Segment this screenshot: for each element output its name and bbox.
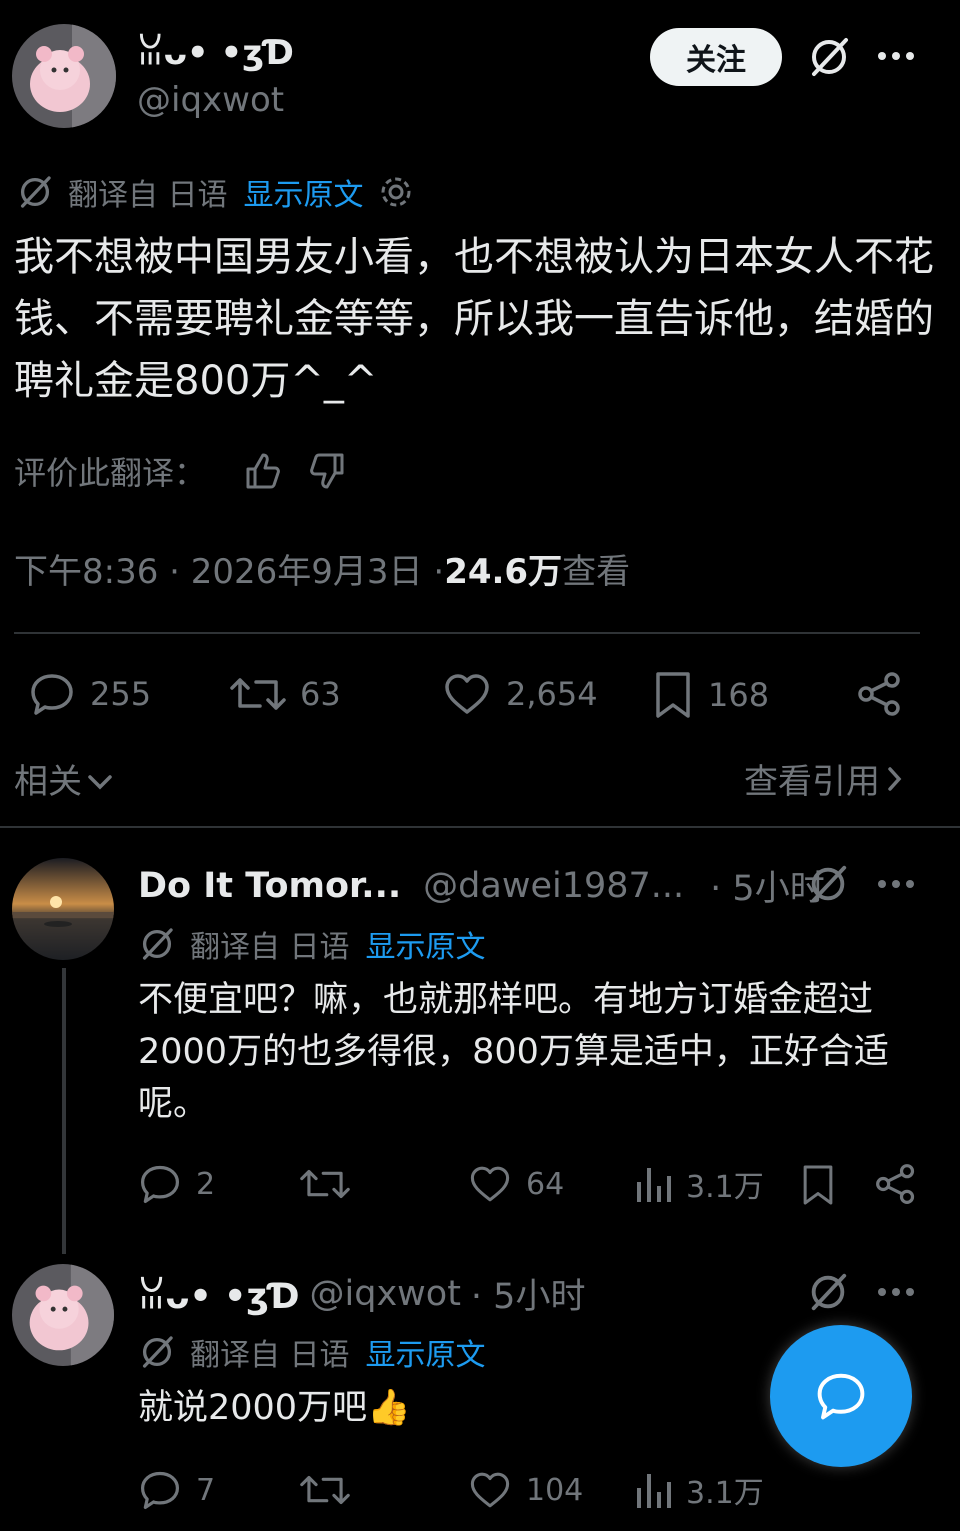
show-original-link[interactable]: 显示原文 <box>244 170 364 214</box>
like-action[interactable]: 2,654 <box>442 670 598 718</box>
translate-icon <box>138 925 176 963</box>
rate-translation-row: 评价此翻译： <box>14 448 348 494</box>
reply-icon <box>28 670 76 718</box>
bookmark-count: 168 <box>708 676 770 714</box>
reply-count: 2 <box>196 1166 216 1202</box>
avatar-reply2-author[interactable] <box>12 1264 114 1366</box>
repost-icon[interactable] <box>300 1468 350 1512</box>
like-count: 104 <box>526 1472 584 1508</box>
reply1-header: Do It Tomor... @dawei1987... · 5小时 <box>138 860 825 911</box>
repost-icon[interactable] <box>300 1162 350 1206</box>
translated-from-label: 翻译自 日语 <box>190 930 350 965</box>
reply2-time[interactable]: · 5小时 <box>471 1268 586 1319</box>
reply2-handle[interactable]: @iqxwot <box>310 1274 461 1314</box>
reply1-display-name[interactable]: Do It Tomor... <box>138 866 401 906</box>
divider <box>14 632 920 634</box>
translate-icon <box>138 1333 176 1371</box>
reply1-like-action[interactable]: 64 <box>468 1162 564 1206</box>
grok-icon[interactable] <box>806 862 850 906</box>
share-icon[interactable] <box>874 1162 918 1206</box>
views-icon <box>634 1468 672 1512</box>
reply2-header: ꈍᴗ• •ʒƊ @iqxwot · 5小时 <box>138 1268 585 1319</box>
reply-action[interactable]: 255 <box>28 670 151 718</box>
reply2-reply-action[interactable]: 7 <box>138 1468 215 1512</box>
rate-translation-label: 评价此翻译： <box>14 454 207 492</box>
chevron-right-icon <box>886 764 904 794</box>
reply-count: 7 <box>196 1472 216 1508</box>
chevron-down-icon <box>86 773 114 793</box>
reply1-text: 不便宜吧？嘛，也就那样吧。有地方订婚金超过2000万的也多得很，800万算是适中… <box>138 980 889 1124</box>
more-icon[interactable] <box>876 1286 916 1298</box>
author-handle[interactable]: @iqxwot <box>137 80 284 120</box>
bookmark-action[interactable]: 168 <box>652 670 769 720</box>
repost-action[interactable]: 63 <box>230 670 341 718</box>
show-original-link[interactable]: 显示原文 <box>366 1330 486 1374</box>
related-label: 相关 <box>14 762 82 802</box>
reply-count: 255 <box>90 675 152 713</box>
views-count: 3.1万 <box>686 1476 764 1511</box>
like-icon <box>468 1468 512 1512</box>
thumbs-up-icon[interactable] <box>242 451 282 491</box>
reply-thread-line <box>62 968 66 1254</box>
reply1-translation-bar: 翻译自 日语 显示原文 <box>138 922 486 966</box>
like-icon <box>468 1162 512 1206</box>
view-quotes-link[interactable]: 查看引用 <box>744 754 904 803</box>
reply1-reply-action[interactable]: 2 <box>138 1162 215 1206</box>
compose-reply-button[interactable] <box>770 1325 912 1467</box>
repost-count: 63 <box>300 675 341 713</box>
views-label: 查看 <box>562 552 631 592</box>
repost-icon <box>230 670 286 718</box>
reply2-views-action[interactable]: 3.1万 <box>634 1468 764 1512</box>
thumbs-down-icon[interactable] <box>308 451 348 491</box>
author-display-name[interactable]: ꈍᴗ• •ʒƊ <box>137 28 294 73</box>
gear-icon[interactable] <box>378 174 414 210</box>
bookmark-icon[interactable] <box>800 1162 836 1208</box>
translate-icon <box>16 173 54 211</box>
reply1-views-action[interactable]: 3.1万 <box>634 1162 764 1206</box>
post-timestamp[interactable]: 下午8:36 · 2026年9月3日 · <box>14 544 444 593</box>
grok-icon[interactable] <box>806 34 852 80</box>
views-count: 3.1万 <box>686 1170 764 1205</box>
follow-button[interactable]: 关注 <box>650 28 782 86</box>
related-toggle[interactable]: 相关 <box>14 754 114 803</box>
translated-from-label: 翻译自 日语 <box>68 178 228 213</box>
share-icon[interactable] <box>856 670 904 718</box>
post-text: 我不想被中国男友小看，也不想被认为日本女人不花钱、不需要聘礼金等等，所以我一直告… <box>14 234 934 404</box>
compose-reply-icon <box>812 1369 870 1423</box>
reply-icon <box>138 1162 182 1206</box>
like-count: 64 <box>526 1166 565 1202</box>
more-icon[interactable] <box>876 878 916 890</box>
reply2-like-action[interactable]: 104 <box>468 1468 583 1512</box>
reply2-display-name[interactable]: ꈍᴗ• •ʒƊ <box>138 1270 300 1317</box>
reply1-handle[interactable]: @dawei1987... <box>423 866 684 906</box>
views-icon <box>634 1162 672 1206</box>
like-count: 2,654 <box>506 675 598 713</box>
like-icon <box>442 670 492 718</box>
post-meta: 下午8:36 · 2026年9月3日 · 24.6万 查看 <box>14 544 630 593</box>
reply-icon <box>138 1468 182 1512</box>
reply2-translation-bar: 翻译自 日语 显示原文 <box>138 1330 486 1374</box>
show-original-link[interactable]: 显示原文 <box>366 922 486 966</box>
views-count: 24.6万 <box>444 552 563 592</box>
translated-from-label: 翻译自 日语 <box>190 1338 350 1373</box>
divider <box>0 826 960 828</box>
view-quotes-label: 查看引用 <box>744 762 880 802</box>
bookmark-icon <box>652 670 694 720</box>
more-icon[interactable] <box>876 50 916 62</box>
avatar-main-author[interactable] <box>12 24 116 128</box>
grok-icon[interactable] <box>806 1270 850 1314</box>
translation-bar: 翻译自 日语 显示原文 <box>16 170 414 214</box>
avatar-reply1-author[interactable] <box>12 858 114 960</box>
